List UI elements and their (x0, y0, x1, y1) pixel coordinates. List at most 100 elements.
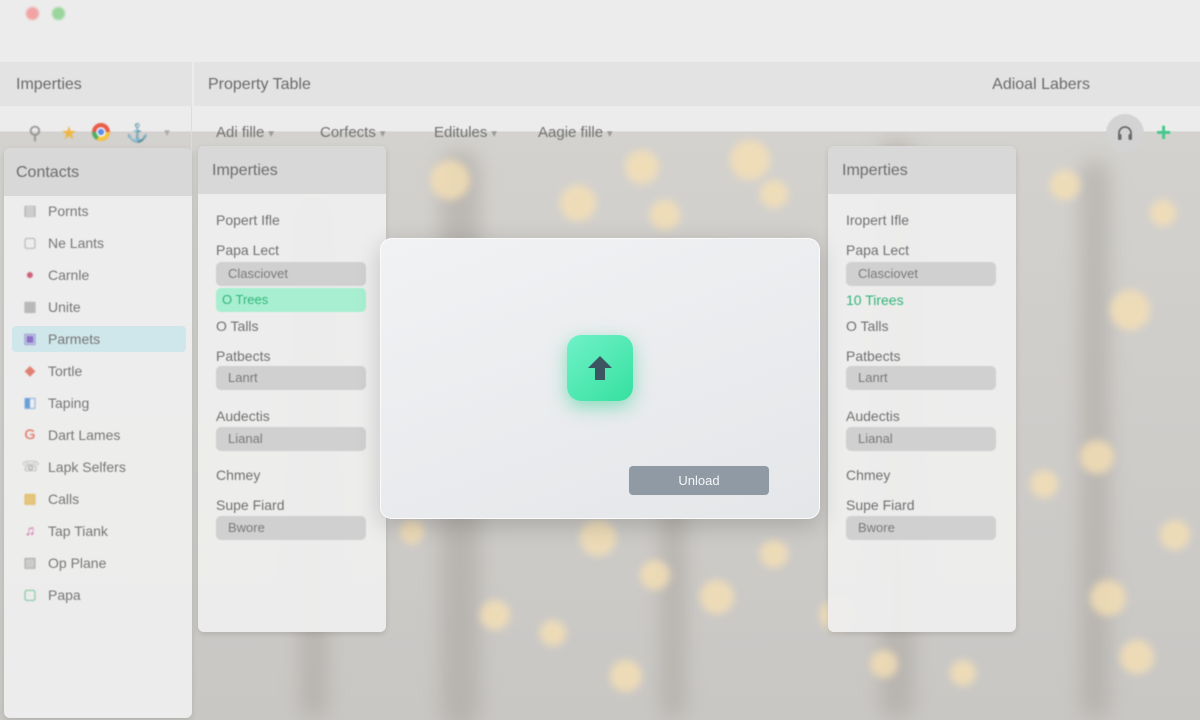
contact-item[interactable]: ♫ Tap Tiank (12, 518, 186, 544)
contact-label: Unite (48, 299, 81, 315)
document-icon: ▤ (23, 202, 37, 218)
notes-icon: ▩ (23, 490, 37, 506)
contact-item[interactable]: ◧ Taping (12, 390, 186, 416)
bokeh-light (430, 160, 470, 200)
property-label: Papa Lect (216, 242, 280, 258)
bokeh-light (1080, 440, 1114, 474)
bokeh-light (760, 540, 788, 568)
bokeh-light (1050, 170, 1080, 200)
property-field[interactable]: Lianal (216, 427, 366, 451)
contacts-panel: Contacts ▤ Pornts ▢ Ne Lants ● Carnle ▦ Unite ▣ P… (4, 148, 192, 718)
bokeh-light (1030, 470, 1058, 498)
chrome-icon[interactable] (90, 122, 112, 144)
page-title: Property Table (208, 76, 311, 93)
contact-label: Ne Lants (48, 235, 105, 251)
upload-arrow-icon[interactable] (567, 335, 633, 401)
properties-title: Imperties (842, 162, 908, 179)
contact-item[interactable]: ▦ Unite (12, 294, 186, 320)
contacts-title: Contacts (16, 164, 80, 181)
contact-item[interactable]: ☏ Lapk Selfers (12, 454, 186, 480)
contact-item[interactable]: ▢ Ne Lants (12, 230, 186, 256)
google-icon: G (24, 426, 36, 442)
property-field[interactable]: Clasciovet (846, 262, 996, 286)
bokeh-light (1150, 200, 1176, 226)
contact-label: Lapk Selfers (48, 459, 126, 475)
bokeh-light (760, 180, 788, 208)
shapes-icon: ◆ (24, 362, 36, 378)
property-label: Supe Fiard (846, 497, 915, 513)
chevron-down-icon[interactable]: ▾ (156, 122, 178, 144)
property-label: Chmey (216, 467, 261, 483)
chevron-down-icon: ▾ (379, 128, 386, 140)
bokeh-light (650, 200, 680, 230)
bokeh-light (1120, 640, 1154, 674)
bokeh-light (580, 520, 616, 556)
contact-label: Papa (48, 587, 81, 603)
contact-item[interactable]: ▣ Parmets (12, 326, 186, 352)
box-icon: ▢ (23, 586, 37, 602)
property-field[interactable]: Lianal (846, 427, 996, 451)
contact-item[interactable]: ▤ Pornts (12, 198, 186, 224)
property-label: Popert Ifle (216, 212, 280, 228)
contact-item[interactable]: ▩ Calls (12, 486, 186, 512)
property-field[interactable]: Bwore (846, 516, 996, 540)
properties-title: Imperties (212, 162, 278, 179)
bokeh-light (540, 620, 566, 646)
upload-button[interactable]: Unload (629, 466, 769, 495)
header-right-label: Adioal Labers (992, 76, 1090, 93)
menu-editules[interactable]: Editules ▾ (434, 124, 497, 141)
upload-dialog: Unload (380, 238, 820, 519)
contact-label: Carnle (48, 267, 90, 283)
contact-item[interactable]: ◆ Tortle (12, 358, 186, 384)
bokeh-light (950, 660, 976, 686)
grid-icon: ▦ (23, 298, 37, 314)
property-label: Audectis (216, 408, 270, 424)
property-field[interactable]: Lanrt (216, 366, 366, 390)
selected-option[interactable]: 10 Tirees (846, 292, 904, 308)
top-bar: Imperties Property Table Adioal Labers ⚲… (0, 30, 1200, 162)
add-button[interactable]: + (1156, 118, 1180, 146)
bokeh-light (400, 520, 424, 544)
tag-icon: ◧ (23, 394, 37, 410)
property-field[interactable]: Clasciovet (216, 262, 366, 286)
menu-aagie-fille[interactable]: Aagie fille ▾ (538, 124, 613, 141)
chevron-down-icon: ▾ (491, 128, 497, 140)
bokeh-light (1090, 580, 1126, 616)
menu-adi-fille[interactable]: Adi fille ▾ (216, 124, 274, 141)
selected-option[interactable]: O Trees (216, 288, 366, 312)
contact-item[interactable]: G Dart Lames (12, 422, 186, 448)
bokeh-light (560, 185, 596, 221)
headphones-button[interactable] (1106, 114, 1144, 152)
window-titlebar (0, 0, 1200, 30)
property-label: Patbects (846, 348, 901, 364)
contact-label: Parmets (48, 331, 101, 347)
bokeh-light (610, 660, 642, 692)
contact-label: Tortle (48, 363, 83, 379)
zoom-window-button[interactable] (52, 7, 65, 20)
property-label: O Talls (216, 318, 259, 334)
search-icon[interactable]: ⚲ (24, 122, 46, 144)
property-field[interactable]: Lanrt (846, 366, 996, 390)
property-label: Iropert Ifle (846, 212, 910, 228)
image-icon: ▨ (23, 554, 37, 570)
properties-header: Imperties (828, 146, 1016, 194)
contact-item[interactable]: ▨ Op Plane (12, 550, 186, 576)
bokeh-light (1160, 520, 1190, 550)
anchor-icon[interactable]: ⚓ (126, 122, 148, 144)
close-window-button[interactable] (26, 7, 39, 20)
contact-label: Tap Tiank (48, 523, 108, 539)
menu-corfects[interactable]: Corfects ▾ (320, 124, 385, 141)
music-icon: ♫ (24, 522, 36, 538)
contact-item[interactable]: ● Carnle (12, 262, 186, 288)
app-icon: ▣ (23, 330, 37, 346)
contact-label: Calls (48, 491, 80, 507)
property-label: Chmey (846, 467, 891, 483)
contact-item[interactable]: ▢ Papa (12, 582, 186, 608)
star-icon[interactable]: ★ (58, 122, 80, 144)
property-label: Papa Lect (846, 242, 910, 258)
property-field[interactable]: Bwore (216, 516, 366, 540)
bokeh-light (700, 580, 734, 614)
chevron-down-icon: ▾ (607, 128, 613, 140)
contact-label: Op Plane (48, 555, 107, 571)
chevron-down-icon: ▾ (268, 128, 274, 140)
